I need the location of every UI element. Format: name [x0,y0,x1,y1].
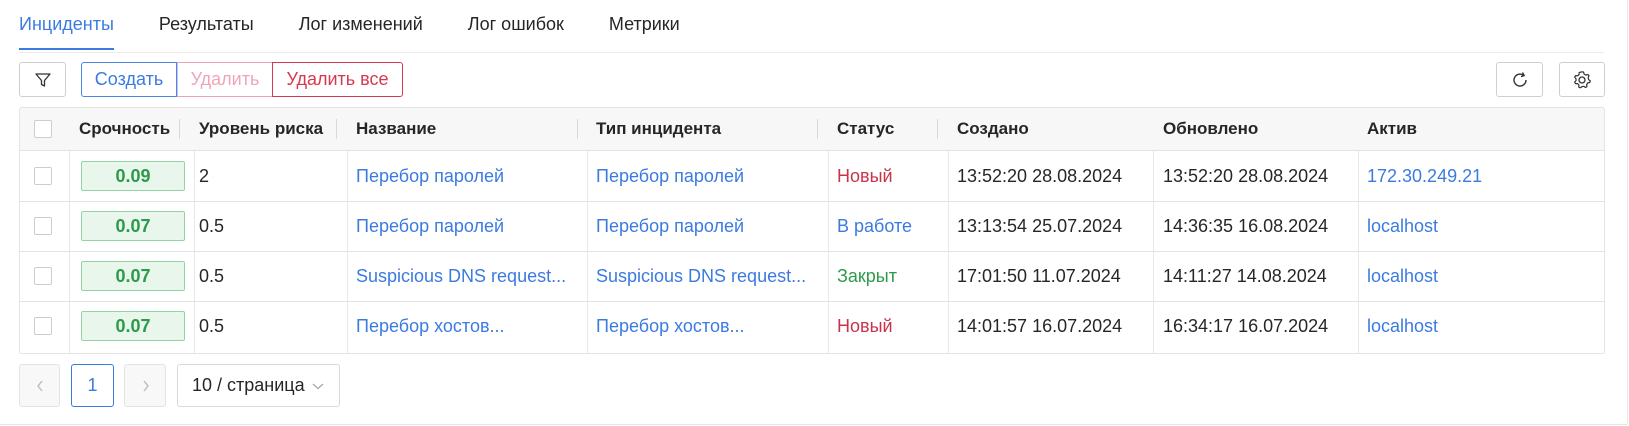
tab-incidents[interactable]: Инциденты [19,0,114,50]
asset-link[interactable]: localhost [1367,201,1438,251]
column-separator [817,119,818,139]
updated-cell: 14:11:27 14.08.2024 [1163,266,1327,286]
column-separator [577,119,578,139]
incident-type-link[interactable]: Suspicious DNS request... [596,251,806,301]
created-cell: 17:01:50 11.07.2024 [957,266,1121,286]
column-separator [937,119,938,139]
incident-type-link[interactable]: Перебор паролей [596,201,744,251]
incident-name-link[interactable]: Перебор паролей [356,151,504,201]
chevron-left-icon [37,380,43,391]
refresh-icon [1512,71,1527,87]
row-checkbox[interactable] [34,317,52,335]
incident-name-link[interactable]: Suspicious DNS request... [356,251,566,301]
filter-button[interactable] [19,62,66,97]
page-number-button[interactable]: 1 [71,364,114,407]
asset-link[interactable]: 172.30.249.21 [1367,151,1482,201]
status-text: Новый [837,166,893,186]
refresh-button[interactable] [1496,62,1543,97]
column-separator [336,119,337,139]
chevron-right-icon [143,380,149,391]
column-header-type[interactable]: Тип инцидента [596,108,721,150]
table-row[interactable]: 0.07 0.5 Suspicious DNS request... Suspi… [20,251,1604,302]
updated-cell: 13:52:20 28.08.2024 [1163,166,1329,186]
delete-all-button[interactable]: Удалить все [272,62,403,97]
risk-level-cell: 0.5 [199,216,225,236]
column-header-created[interactable]: Создано [957,108,1029,150]
column-header-name[interactable]: Название [356,108,436,150]
create-button[interactable]: Создать [81,62,177,97]
created-cell: 13:52:20 28.08.2024 [957,166,1123,186]
column-header-status[interactable]: Статус [837,108,894,150]
page-size-label: 10 / страница [192,375,305,395]
updated-cell: 14:36:35 16.08.2024 [1163,216,1329,236]
column-header-asset[interactable]: Актив [1367,108,1417,150]
gear-icon [1574,70,1591,88]
severity-badge: 0.07 [81,211,185,241]
row-checkbox[interactable] [34,267,52,285]
status-text: В работе [837,216,913,236]
chevron-down-icon [312,383,324,389]
delete-button[interactable]: Удалить [177,62,273,97]
severity-badge: 0.07 [81,261,185,291]
tab-change-log[interactable]: Лог изменений [299,0,423,50]
asset-link[interactable]: localhost [1367,251,1438,301]
next-page-button[interactable] [124,364,166,407]
tab-error-log[interactable]: Лог ошибок [468,0,564,50]
row-checkbox[interactable] [34,217,52,235]
tab-bar: Инциденты Результаты Лог изменений Лог о… [19,0,1604,53]
row-checkbox[interactable] [34,167,52,185]
risk-level-cell: 0.5 [199,316,225,336]
table-row[interactable]: 0.07 0.5 Перебор хостов... Перебор хосто… [20,301,1604,352]
risk-level-cell: 2 [199,166,210,186]
column-header-risk[interactable]: Уровень риска [199,108,323,150]
column-separator [179,119,180,139]
updated-cell: 16:34:17 16.07.2024 [1163,316,1329,336]
table-header: Срочность Уровень риска Название Тип инц… [20,108,1604,151]
incident-name-link[interactable]: Перебор паролей [356,201,504,251]
incidents-table: Срочность Уровень риска Название Тип инц… [19,107,1605,354]
risk-level-cell: 0.5 [199,266,225,286]
settings-button[interactable] [1559,62,1605,97]
created-cell: 13:13:54 25.07.2024 [957,216,1123,236]
tab-results[interactable]: Результаты [159,0,254,50]
status-text: Закрыт [837,266,897,286]
column-header-updated[interactable]: Обновлено [1163,108,1258,150]
status-text: Новый [837,316,893,336]
table-row[interactable]: 0.09 2 Перебор паролей Перебор паролей Н… [20,151,1604,202]
severity-badge: 0.07 [81,311,185,341]
created-cell: 14:01:57 16.07.2024 [957,316,1123,336]
table-row[interactable]: 0.07 0.5 Перебор паролей Перебор паролей… [20,201,1604,252]
filter-icon [34,72,51,87]
incident-type-link[interactable]: Перебор хостов... [596,301,745,351]
incident-type-link[interactable]: Перебор паролей [596,151,744,201]
page-size-select[interactable]: 10 / страница [177,364,340,407]
select-all-checkbox[interactable] [34,120,52,138]
prev-page-button[interactable] [19,364,60,407]
severity-badge: 0.09 [81,161,185,191]
asset-link[interactable]: localhost [1367,301,1438,351]
column-header-severity[interactable]: Срочность [79,108,170,150]
incident-name-link[interactable]: Перебор хостов... [356,301,505,351]
tab-metrics[interactable]: Метрики [609,0,680,50]
